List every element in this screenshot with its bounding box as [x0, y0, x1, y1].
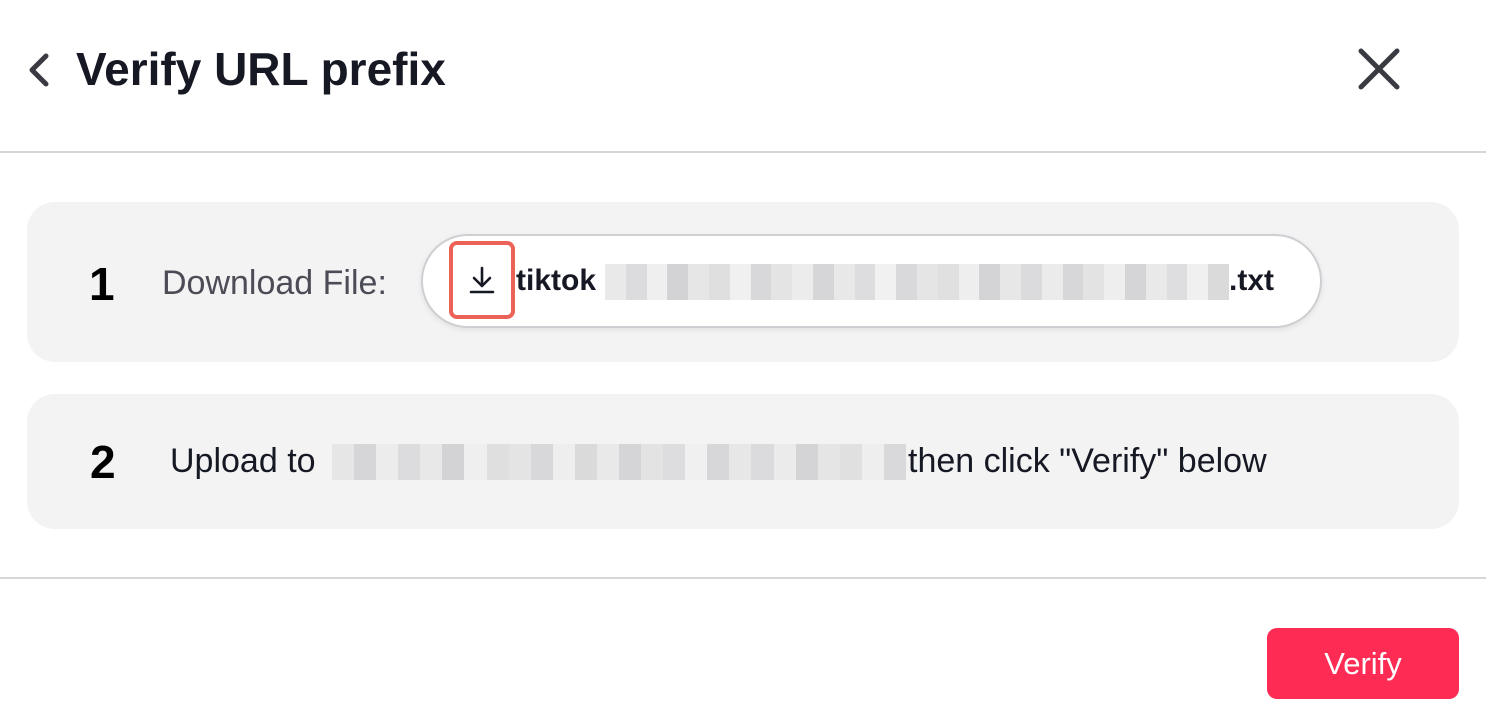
step-number: 1	[89, 258, 115, 310]
redacted-file-name	[605, 264, 1229, 300]
step-card-upload: 2 Upload to then click "Verify" below	[27, 394, 1459, 529]
chevron-left-icon	[29, 53, 49, 87]
download-button[interactable]	[449, 241, 515, 319]
step-number: 2	[90, 436, 116, 488]
redacted-url	[332, 444, 906, 480]
close-button[interactable]	[1352, 42, 1406, 96]
close-icon	[1358, 48, 1400, 90]
file-name-prefix: tiktok	[516, 264, 597, 297]
verify-button[interactable]: Verify	[1267, 628, 1459, 699]
file-download-pill[interactable]: tiktok .txt	[421, 234, 1322, 328]
back-button[interactable]	[22, 48, 58, 92]
upload-instruction-start: Upload to	[170, 442, 316, 480]
header-divider	[0, 151, 1486, 153]
upload-instruction-end: then click "Verify" below	[908, 442, 1267, 480]
modal-title: Verify URL prefix	[76, 43, 446, 95]
footer-divider	[0, 577, 1486, 579]
step-card-download: 1 Download File: tiktok .txt	[27, 202, 1459, 362]
file-name-suffix: .txt	[1229, 264, 1274, 297]
download-file-label: Download File:	[162, 264, 387, 302]
download-icon	[469, 266, 495, 294]
modal-header: Verify URL prefix	[0, 0, 1486, 152]
